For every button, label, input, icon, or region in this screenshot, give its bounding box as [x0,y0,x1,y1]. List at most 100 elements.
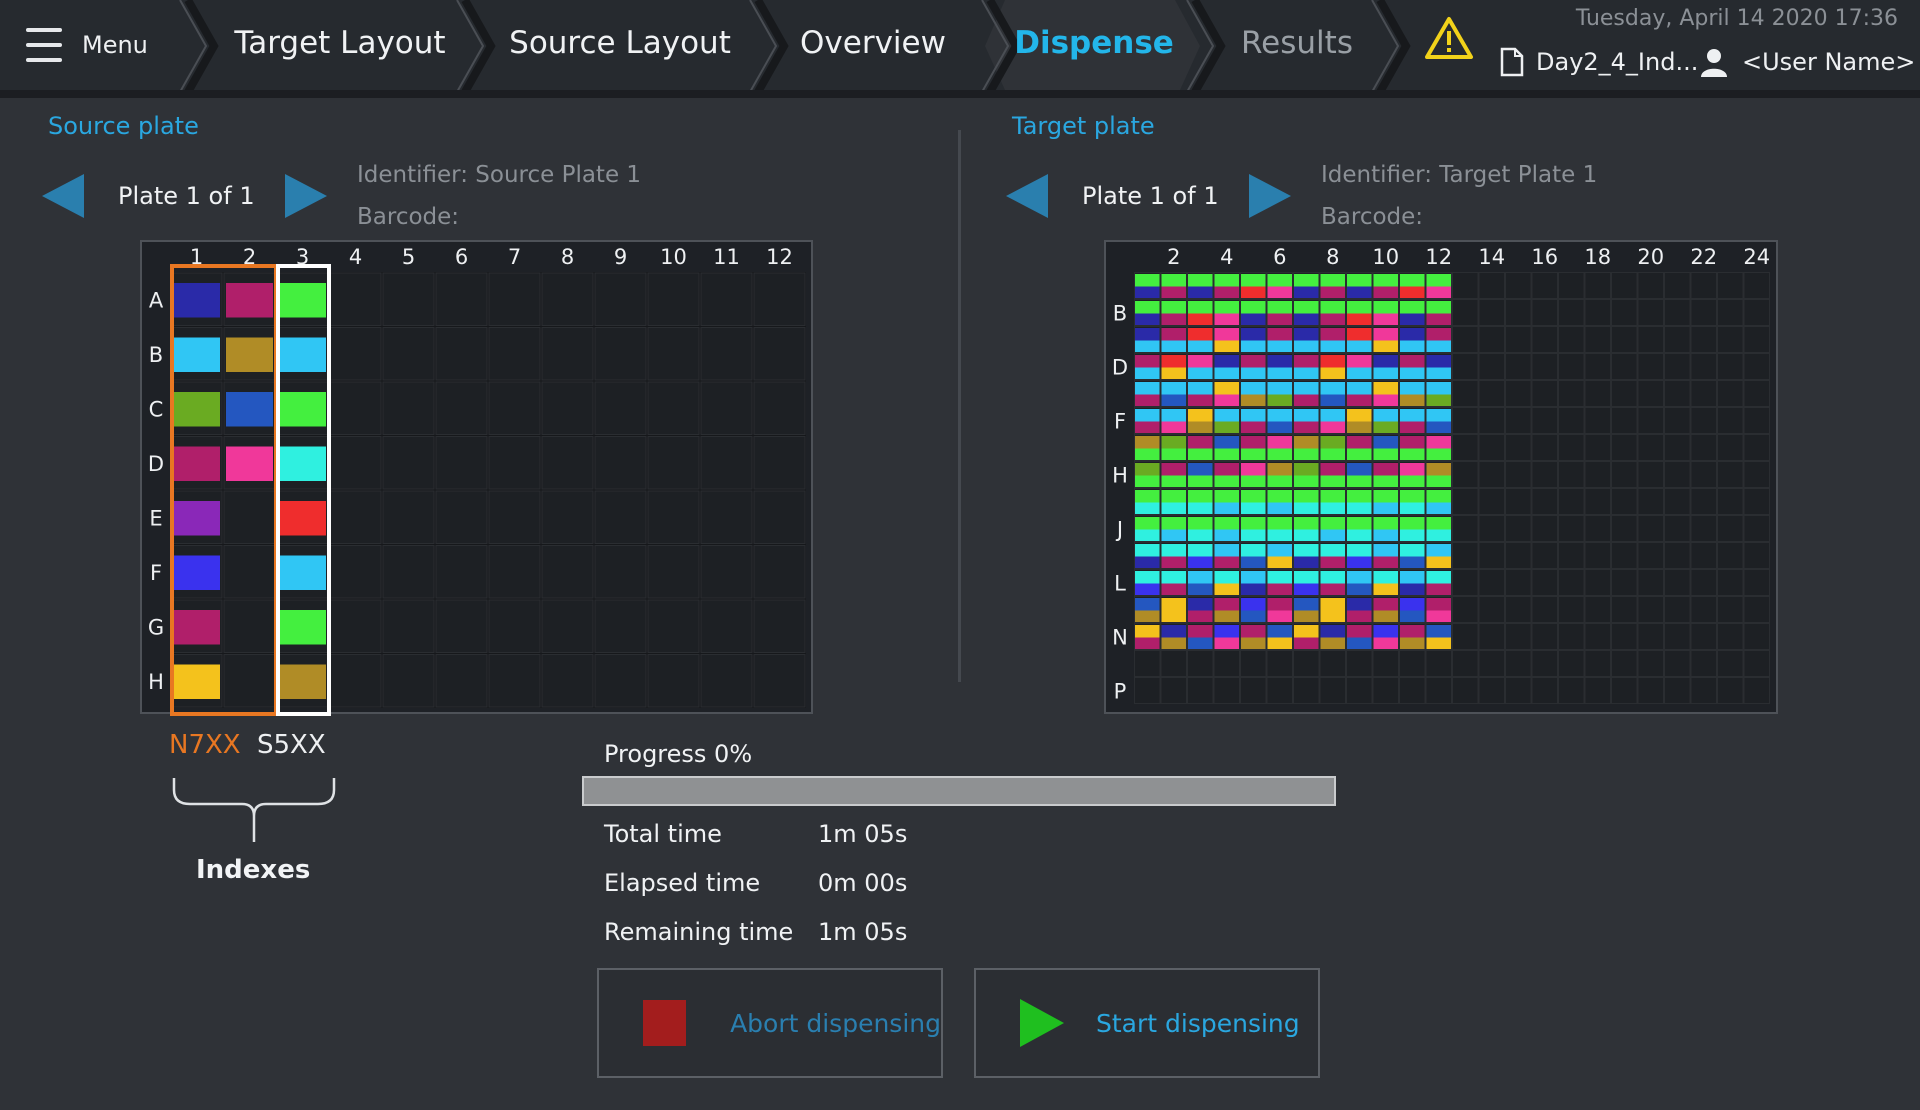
tab-results[interactable]: Results [1222,18,1372,68]
target-well[interactable] [1664,515,1691,542]
source-well[interactable] [594,545,647,599]
target-well[interactable] [1558,434,1585,461]
target-well[interactable] [1717,353,1744,380]
source-well[interactable] [541,436,594,490]
target-well[interactable] [1584,596,1611,623]
menu-button[interactable]: Menu [26,22,148,68]
target-well[interactable] [1531,407,1558,434]
target-well[interactable] [1690,650,1717,677]
target-well[interactable] [1717,650,1744,677]
source-well[interactable] [382,327,435,381]
target-well[interactable] [1637,407,1664,434]
tab-dispense[interactable]: Dispense [1014,18,1174,68]
target-well[interactable] [1505,650,1532,677]
source-well[interactable] [382,381,435,435]
target-well[interactable] [1478,677,1505,704]
source-well[interactable] [647,381,700,435]
target-well[interactable] [1611,326,1638,353]
target-well[interactable] [1187,650,1214,677]
tab-overview[interactable]: Overview [793,18,953,68]
source-well[interactable] [753,381,806,435]
target-well[interactable] [1452,353,1479,380]
target-well[interactable] [1637,515,1664,542]
target-well[interactable] [1611,542,1638,569]
target-prev-plate-button[interactable] [1004,172,1052,220]
source-well[interactable] [382,490,435,544]
target-well[interactable] [1293,650,1320,677]
target-well[interactable] [1690,623,1717,650]
target-well[interactable] [1558,542,1585,569]
source-well[interactable] [647,654,700,708]
target-well[interactable] [1743,596,1770,623]
target-well[interactable] [1743,569,1770,596]
target-well[interactable] [1690,596,1717,623]
target-well[interactable] [1240,677,1267,704]
target-well[interactable] [1478,515,1505,542]
target-well[interactable] [1505,326,1532,353]
target-well[interactable] [1690,515,1717,542]
target-well[interactable] [1346,650,1373,677]
target-well[interactable] [1531,380,1558,407]
source-well[interactable] [647,436,700,490]
target-well[interactable] [1478,650,1505,677]
target-well[interactable] [1558,461,1585,488]
source-well[interactable] [647,599,700,653]
source-well[interactable] [700,654,753,708]
target-well[interactable] [1637,488,1664,515]
target-well[interactable] [1346,677,1373,704]
abort-dispensing-button[interactable]: Abort dispensing [597,968,943,1078]
target-well[interactable] [1690,353,1717,380]
target-well[interactable] [1505,299,1532,326]
target-well[interactable] [1611,407,1638,434]
target-well[interactable] [1531,353,1558,380]
target-well[interactable] [1664,299,1691,326]
source-well[interactable] [594,272,647,326]
target-well[interactable] [1611,461,1638,488]
target-well[interactable] [1743,326,1770,353]
target-well[interactable] [1664,326,1691,353]
target-well[interactable] [1611,488,1638,515]
start-dispensing-button[interactable]: Start dispensing [974,968,1320,1078]
target-well[interactable] [1611,353,1638,380]
target-well[interactable] [1452,299,1479,326]
target-well[interactable] [1611,299,1638,326]
target-well[interactable] [1637,272,1664,299]
source-well[interactable] [329,381,382,435]
target-well[interactable] [1478,569,1505,596]
source-well[interactable] [488,436,541,490]
target-well[interactable] [1266,650,1293,677]
target-well[interactable] [1558,380,1585,407]
target-well[interactable] [1717,434,1744,461]
target-well[interactable] [1690,299,1717,326]
target-well[interactable] [1584,326,1611,353]
target-well[interactable] [1637,677,1664,704]
target-well[interactable] [1558,299,1585,326]
target-well[interactable] [1717,623,1744,650]
target-well[interactable] [1743,488,1770,515]
source-well[interactable] [700,381,753,435]
target-well[interactable] [1266,677,1293,704]
target-well[interactable] [1664,272,1691,299]
target-well[interactable] [1690,569,1717,596]
target-well[interactable] [1452,380,1479,407]
target-well[interactable] [1505,272,1532,299]
target-well[interactable] [1637,596,1664,623]
target-well[interactable] [1584,272,1611,299]
target-well[interactable] [1558,623,1585,650]
target-well[interactable] [1558,488,1585,515]
target-well[interactable] [1584,515,1611,542]
source-well[interactable] [329,599,382,653]
target-well[interactable] [1743,677,1770,704]
target-well[interactable] [1717,515,1744,542]
target-well[interactable] [1637,542,1664,569]
target-well[interactable] [1531,623,1558,650]
target-well[interactable] [1637,380,1664,407]
target-well[interactable] [1213,650,1240,677]
target-well[interactable] [1717,542,1744,569]
source-well[interactable] [753,654,806,708]
target-well[interactable] [1558,326,1585,353]
target-well[interactable] [1478,353,1505,380]
source-well[interactable] [647,545,700,599]
target-well[interactable] [1664,623,1691,650]
target-well[interactable] [1717,569,1744,596]
